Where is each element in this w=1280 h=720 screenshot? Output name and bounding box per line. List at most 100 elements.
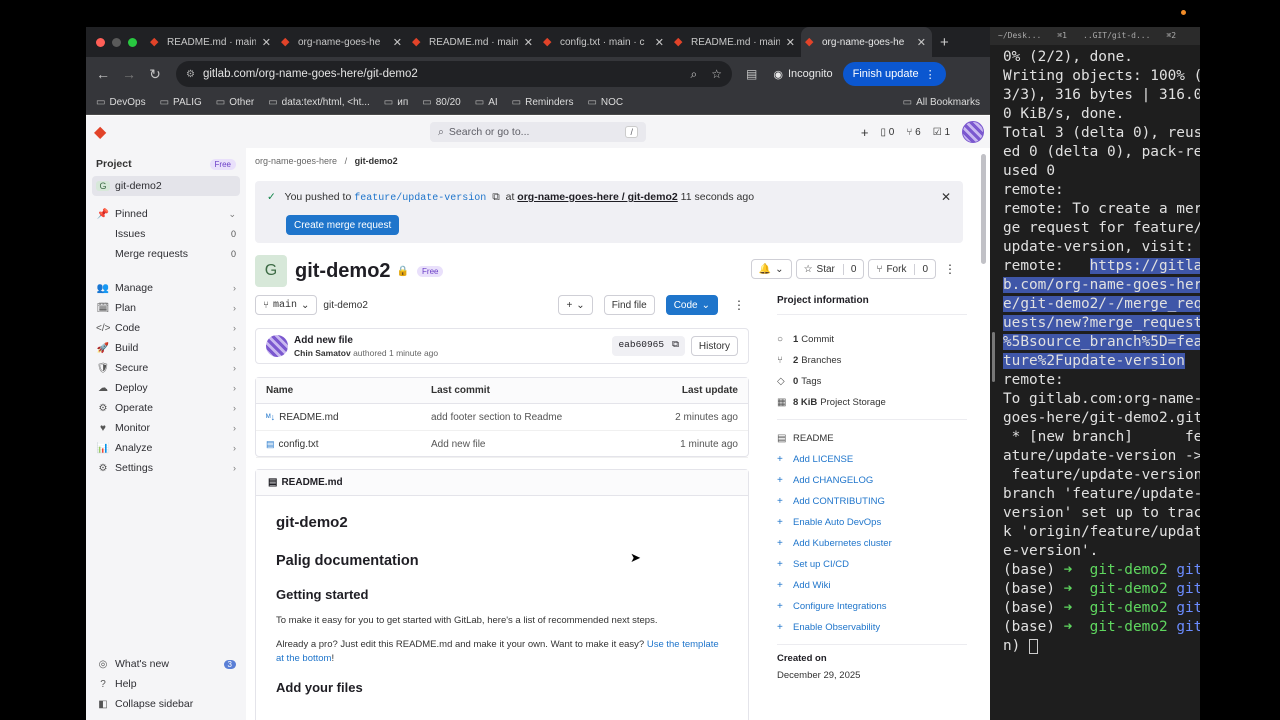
sidebar-item-pinned[interactable]: 📌 Pinned ⌄ <box>92 204 240 224</box>
file-last-commit[interactable]: add footer section to Readme <box>431 412 598 423</box>
repo-more-icon[interactable]: ⋮ <box>729 295 749 315</box>
file-name[interactable]: README.md <box>279 412 338 423</box>
code-dropdown-button[interactable]: Code ⌄ <box>665 295 718 315</box>
bookmark-item[interactable]: ▭ AI <box>475 97 498 108</box>
create-new-icon[interactable]: + <box>861 125 869 140</box>
minimize-window-button[interactable] <box>112 37 121 47</box>
project-stat[interactable]: ◇ 0 Tags <box>777 371 967 392</box>
add-link[interactable]: + Add Kubernetes cluster <box>777 533 967 554</box>
forward-button[interactable]: → <box>116 66 142 82</box>
sidebar-item-operate[interactable]: ⚙ Operate › <box>92 398 240 418</box>
commit-sha[interactable]: eab60965 ⧉ <box>612 336 685 356</box>
bookmark-item[interactable]: ▭ Reminders <box>512 97 574 108</box>
table-row[interactable]: ᴹ↓ README.md add footer section to Readme 2… <box>256 404 748 431</box>
user-avatar[interactable] <box>962 121 984 143</box>
bookmark-item[interactable]: ▭ NOC <box>587 97 623 108</box>
project-stat[interactable]: ⑂ 2 Branches <box>777 350 967 371</box>
add-dropdown-button[interactable]: + ⌄ <box>558 295 593 315</box>
sidebar-item-monitor[interactable]: ♥ Monitor › <box>92 418 240 438</box>
sidebar-item-analyze[interactable]: 📊 Analyze › <box>92 438 240 458</box>
gitlab-logo-icon[interactable]: ◆ <box>94 122 112 142</box>
browser-tab[interactable]: ◆ README.md · main · ✕ <box>408 27 539 57</box>
tab-close-icon[interactable]: ✕ <box>393 36 402 49</box>
maximize-window-button[interactable] <box>128 37 137 47</box>
tab-close-icon[interactable]: ✕ <box>262 36 271 49</box>
browser-tab[interactable]: ◆ org-name-goes-he ✕ <box>277 27 408 57</box>
merge-requests-counter[interactable]: ⑂ 6 <box>906 127 920 138</box>
reload-button[interactable]: ↻ <box>142 66 168 83</box>
add-link[interactable]: + Enable Observability <box>777 617 967 638</box>
add-link[interactable]: + Set up CI/CD <box>777 554 967 575</box>
add-link[interactable]: + Configure Integrations <box>777 596 967 617</box>
sidebar-item-manage[interactable]: 👥 Manage › <box>92 278 240 298</box>
zoom-search-icon[interactable]: ⌕ <box>691 67 698 82</box>
close-window-button[interactable] <box>96 37 105 47</box>
fork-button[interactable]: ⑂ Fork 0 <box>868 259 936 279</box>
table-row[interactable]: ▤ config.txt Add new file 1 minute ago <box>256 431 748 458</box>
todos-counter[interactable]: ☑ 1 <box>933 127 950 138</box>
tab-close-icon[interactable]: ✕ <box>917 36 926 49</box>
sidebar-item-project[interactable]: G git-demo2 <box>92 176 240 196</box>
sidebar-item-deploy[interactable]: ☁ Deploy › <box>92 378 240 398</box>
search-input[interactable]: ⌕ Search or go to... / <box>430 122 646 142</box>
bookmark-item[interactable]: ▭ 80/20 <box>422 97 460 108</box>
browser-tab[interactable]: ◆ org-name-goes-he ✕ <box>801 27 932 57</box>
add-link[interactable]: + Add CONTRIBUTING <box>777 491 967 512</box>
add-link[interactable]: + Enable Auto DevOps <box>777 512 967 533</box>
terminal-tab[interactable]: ..GIT/git-d... <box>1075 27 1158 45</box>
finish-update-button[interactable]: Finish update ⋮ <box>842 62 946 86</box>
browser-tab[interactable]: ◆ README.md · main · ✕ <box>670 27 801 57</box>
bookmark-item[interactable]: ▭ data:text/html, <ht... <box>268 97 370 108</box>
sidebar-pinned-item[interactable]: Issues 0 <box>92 224 240 244</box>
browser-tab[interactable]: ◆ config.txt · main · c ✕ <box>539 27 670 57</box>
readme-link[interactable]: ▤ README <box>777 428 967 449</box>
find-file-button[interactable]: Find file <box>603 295 655 315</box>
site-info-icon[interactable]: ⚙ <box>186 69 195 80</box>
issues-counter[interactable]: ▯ 0 <box>881 127 895 138</box>
notifications-button[interactable]: 🔔 ⌄ <box>750 259 792 279</box>
address-bar[interactable]: ⚙ gitlab.com/org-name-goes-here/git-demo… <box>176 61 732 87</box>
bookmark-star-icon[interactable]: ☆ <box>711 67 722 81</box>
terminal-output[interactable]: 0% (2/2), done. Writing objects: 100% (3/… <box>990 45 1200 656</box>
collapse-sidebar-button[interactable]: ◧ Collapse sidebar <box>92 694 240 714</box>
tab-close-icon[interactable]: ✕ <box>524 36 533 49</box>
bookmark-item[interactable]: ▭ DevOps <box>96 97 146 108</box>
help-button[interactable]: ? Help <box>92 674 240 694</box>
breadcrumb-project[interactable]: git-demo2 <box>355 156 398 166</box>
commit-author[interactable]: Chin Samatov <box>294 348 351 358</box>
close-icon[interactable]: ✕ <box>941 190 951 204</box>
alert-repo-link[interactable]: org-name-goes-here / git-demo2 <box>517 191 677 203</box>
main-scrollbar[interactable] <box>981 154 986 264</box>
file-name[interactable]: config.txt <box>279 439 319 450</box>
add-link[interactable]: + Add LICENSE <box>777 449 967 470</box>
history-button[interactable]: History <box>690 336 738 356</box>
create-merge-request-button[interactable]: Create merge request <box>286 215 400 235</box>
terminal-tab[interactable]: ⌘2 <box>1158 27 1184 45</box>
add-link[interactable]: + Add Wiki <box>777 575 967 596</box>
new-tab-button[interactable]: + <box>940 34 949 51</box>
project-stat[interactable]: ○ 1 Commit <box>777 329 967 350</box>
bookmark-item[interactable]: ▭ PALIG <box>160 97 202 108</box>
tab-search-icon[interactable]: ▤ <box>746 67 757 81</box>
tab-close-icon[interactable]: ✕ <box>655 36 664 49</box>
all-bookmarks[interactable]: ▭ All Bookmarks <box>903 97 980 108</box>
sidebar-item-code[interactable]: </> Code › <box>92 318 240 338</box>
project-stat[interactable]: ▦ 8 KiB Project Storage <box>777 392 967 413</box>
branch-selector[interactable]: ⑂ main ⌄ <box>255 295 318 315</box>
star-button[interactable]: ☆ Star 0 <box>795 259 865 279</box>
copy-icon[interactable]: ⧉ <box>672 339 679 353</box>
bookmark-item[interactable]: ▭ ип <box>384 97 408 108</box>
sidebar-item-settings[interactable]: ⚙ Settings › <box>92 458 240 478</box>
back-button[interactable]: ← <box>90 66 116 82</box>
whats-new-button[interactable]: ◎ What's new 3 <box>92 654 240 674</box>
more-actions-icon[interactable]: ⋮ <box>940 259 960 279</box>
breadcrumb-group[interactable]: org-name-goes-here <box>255 156 337 166</box>
readme-file-label[interactable]: README.md <box>281 477 342 488</box>
file-last-commit[interactable]: Add new file <box>431 439 598 450</box>
commit-title[interactable]: Add new file <box>294 335 438 346</box>
terminal-scrollbar[interactable] <box>992 332 995 382</box>
bookmark-item[interactable]: ▭ Other <box>216 97 254 108</box>
sidebar-pinned-item[interactable]: Merge requests 0 <box>92 244 240 264</box>
tab-close-icon[interactable]: ✕ <box>786 36 795 49</box>
add-link[interactable]: + Add CHANGELOG <box>777 470 967 491</box>
